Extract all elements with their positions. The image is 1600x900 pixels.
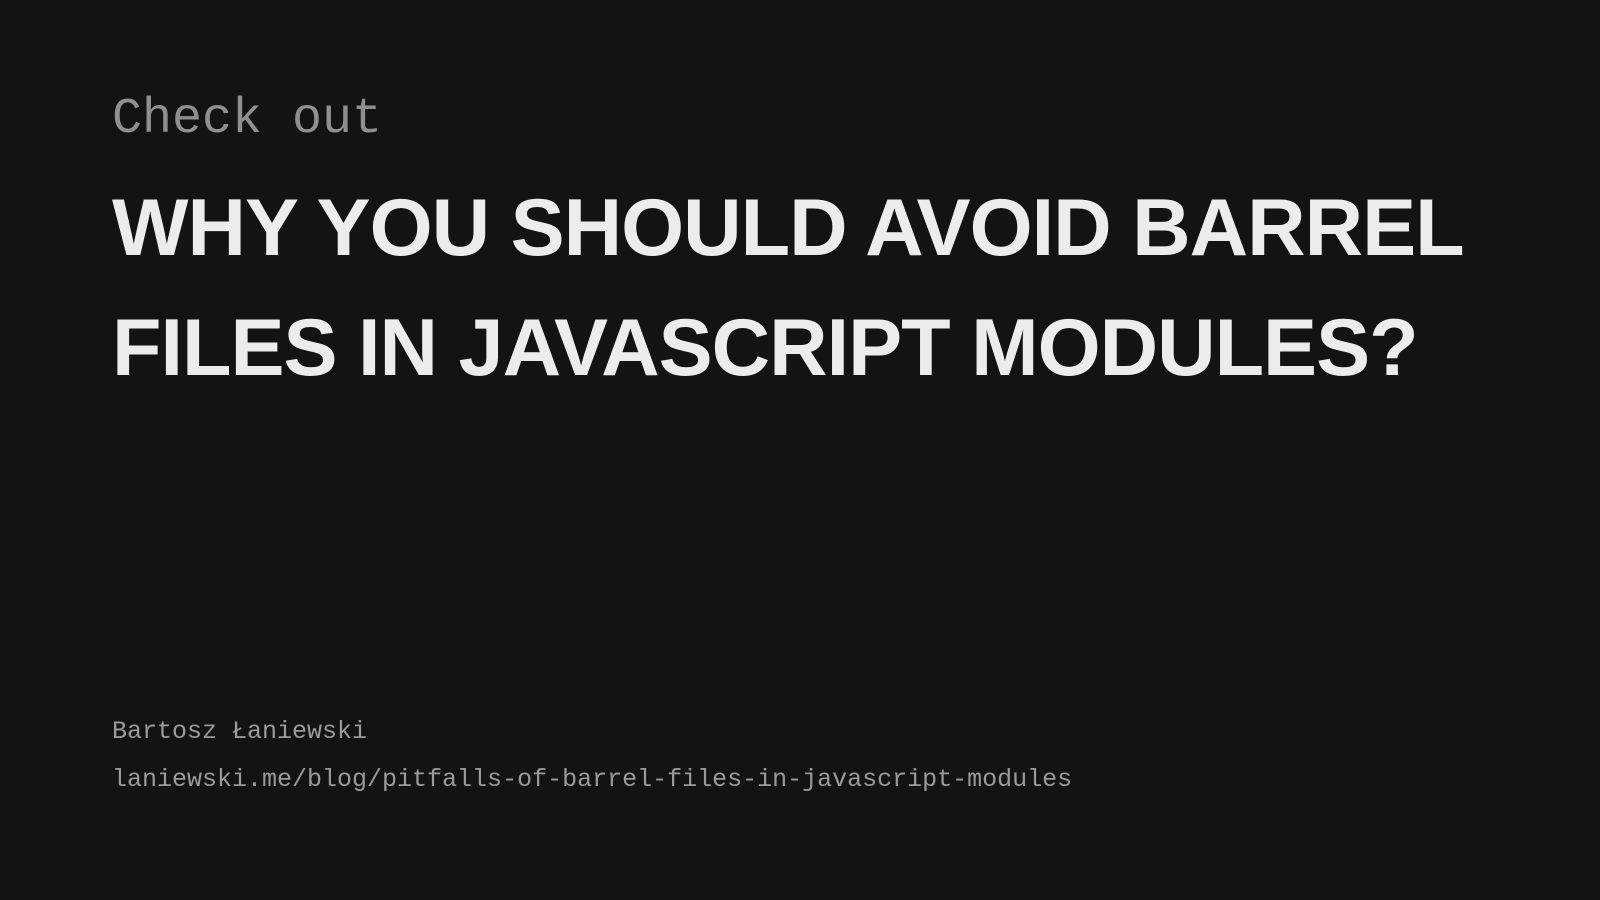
- share-card: Check out WHY YOU SHOULD AVOID BARREL FI…: [0, 0, 1600, 900]
- article-title-line-1: WHY YOU SHOULD AVOID BARREL: [112, 183, 1465, 273]
- card-footer: Bartosz Łaniewski laniewski.me/blog/pitf…: [112, 712, 1072, 800]
- article-url-link[interactable]: laniewski.me/blog/pitfalls-of-barrel-fil…: [112, 760, 1072, 800]
- kicker-text: Check out: [112, 91, 383, 148]
- author-name: Bartosz Łaniewski: [112, 717, 368, 746]
- article-title: WHY YOU SHOULD AVOID BARREL FILES IN JAV…: [112, 168, 1552, 408]
- article-title-line-2: FILES IN JAVASCRIPT MODULES?: [112, 303, 1419, 393]
